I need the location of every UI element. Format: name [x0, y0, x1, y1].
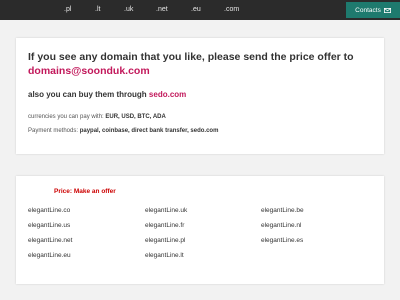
domain-link[interactable]: elegantLine.net	[28, 237, 72, 244]
price-label: Price: Make an offer	[54, 188, 116, 195]
domain-link[interactable]: elegantLine.uk	[145, 207, 187, 214]
sedo-link[interactable]: sedo.com	[149, 90, 186, 99]
contacts-label: Contacts	[355, 6, 381, 14]
offer-card: If you see any domain that you like, ple…	[16, 38, 384, 154]
buy-prefix-text: also you can buy them through	[28, 90, 147, 99]
email-link[interactable]: domains@soonduk.com	[28, 65, 150, 77]
domain-link[interactable]: elegantLine.eu	[28, 252, 71, 259]
payment-methods-line: Payment methods: paypal, coinbase, direc…	[28, 128, 218, 134]
tld-link-lt[interactable]: .lt	[95, 5, 100, 14]
domain-link[interactable]: elegantLine.pl	[145, 237, 185, 244]
domain-link[interactable]: elegantLine.nl	[261, 222, 301, 229]
contacts-button[interactable]: Contacts	[346, 2, 400, 18]
offer-headline: If you see any domain that you like, ple…	[28, 50, 376, 78]
payment-methods-value: paypal, coinbase, direct bank transfer, …	[79, 128, 219, 134]
tld-link-eu[interactable]: .eu	[191, 5, 201, 14]
domain-link[interactable]: elegantLine.us	[28, 222, 70, 229]
currencies-line: currencies you can pay with: EUR, USD, B…	[28, 114, 166, 120]
buy-through-line: also you can buy them through sedo.com	[28, 90, 186, 99]
domain-link[interactable]: elegantLine.be	[261, 207, 304, 214]
headline-text: If you see any domain that you like, ple…	[28, 51, 354, 63]
domain-link[interactable]: elegantLine.lt	[145, 252, 184, 259]
tld-link-com[interactable]: .com	[224, 5, 239, 14]
tld-link-net[interactable]: .net	[156, 5, 168, 14]
tld-link-pl[interactable]: .pl	[64, 5, 71, 14]
currencies-value: EUR, USD, BTC, ADA	[105, 114, 166, 120]
domain-link[interactable]: elegantLine.co	[28, 207, 70, 214]
domain-link[interactable]: elegantLine.es	[261, 237, 303, 244]
envelope-icon	[383, 7, 391, 13]
top-navigation-bar: .pl .lt .uk .net .eu .com Contacts	[0, 0, 400, 20]
payment-methods-label: Payment methods:	[28, 128, 79, 134]
currencies-label: currencies you can pay with:	[28, 114, 104, 120]
domain-list-card: Price: Make an offer elegantLine.co eleg…	[16, 176, 384, 284]
tld-link-uk[interactable]: .uk	[124, 5, 133, 14]
domain-link[interactable]: elegantLine.fr	[145, 222, 184, 229]
